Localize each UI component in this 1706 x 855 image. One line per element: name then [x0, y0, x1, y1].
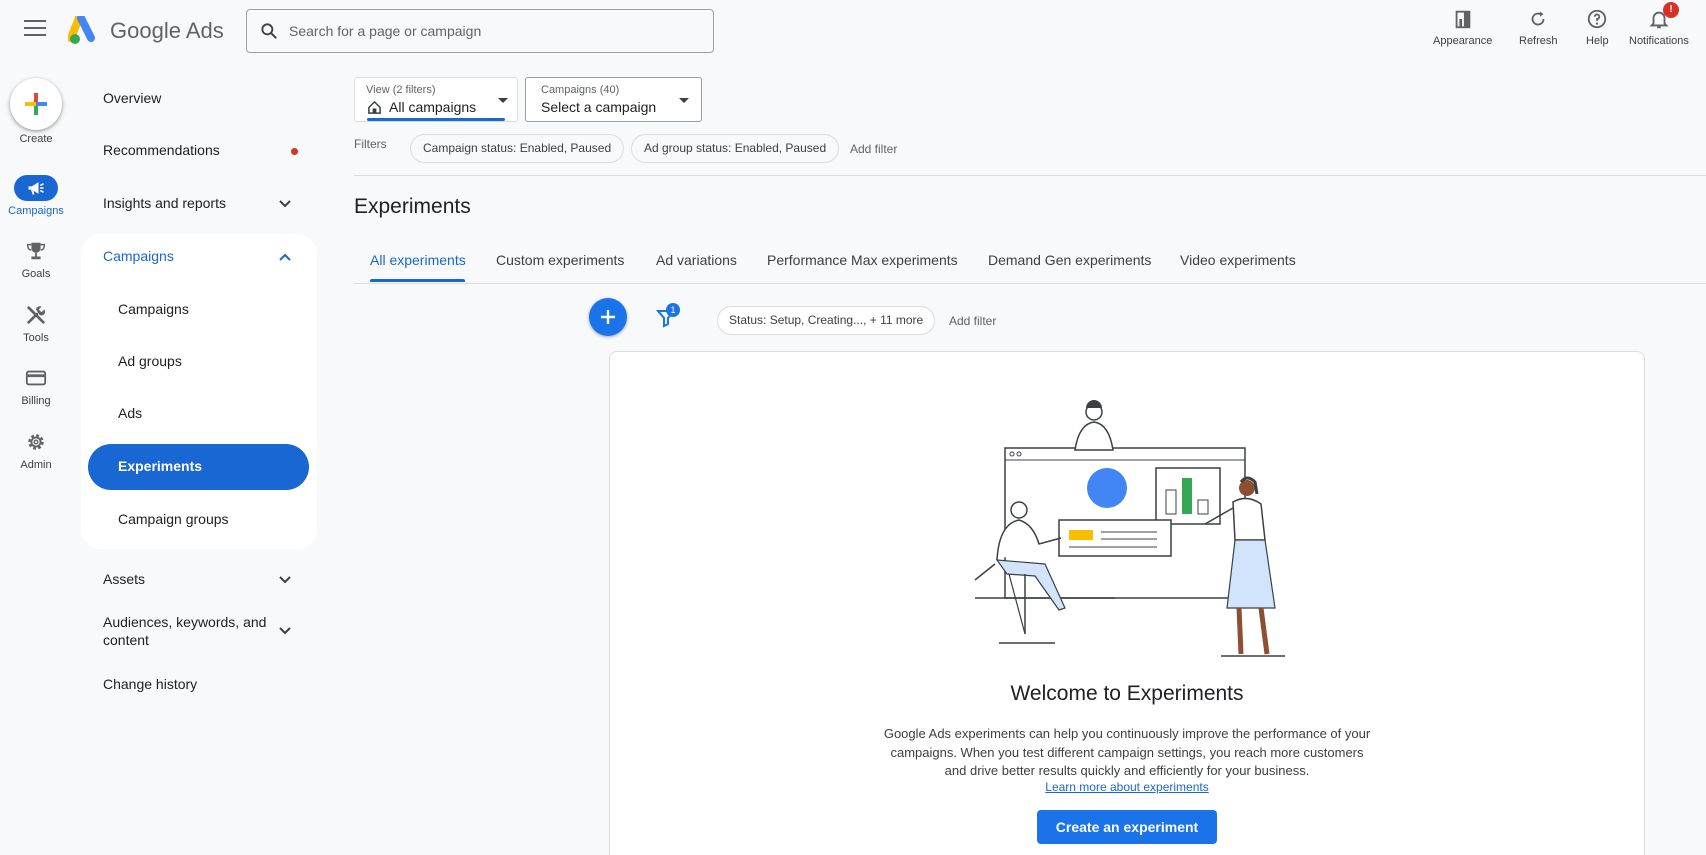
nav-insights-and-reports[interactable]: Insights and reports — [103, 195, 226, 211]
nav-recommendations[interactable]: Recommendations — [103, 142, 220, 158]
rail-label-campaigns: Campaigns — [8, 205, 64, 217]
tab-performance-max-experiments[interactable]: Performance Max experiments — [767, 252, 958, 268]
refresh-icon — [1531, 11, 1545, 26]
view-selector[interactable]: View (2 filters) All campaigns — [354, 77, 518, 122]
rail-item-billing[interactable]: Billing — [0, 365, 72, 407]
divider — [354, 175, 1706, 176]
nav-campaigns-group[interactable]: Campaigns — [103, 248, 174, 264]
rail-item-campaigns[interactable]: Campaigns — [0, 175, 72, 217]
filter-chip-campaign-status[interactable]: Campaign status: Enabled, Paused — [410, 134, 625, 163]
notifications-button[interactable]: ! Notifications — [1629, 2, 1689, 47]
rail-label-billing: Billing — [21, 395, 51, 407]
help-button[interactable]: Help — [1586, 8, 1609, 47]
learn-more-link[interactable]: Learn more about experiments — [609, 780, 1645, 794]
notification-badge: ! — [1663, 2, 1679, 18]
google-ads-logo — [68, 16, 95, 44]
experiments-illustration — [974, 400, 1285, 657]
search-bar[interactable] — [246, 9, 714, 53]
chevron-up-icon[interactable] — [278, 250, 292, 264]
main-menu-icon[interactable] — [24, 20, 46, 36]
plus-icon — [601, 310, 615, 324]
gear-icon — [28, 434, 44, 450]
rail-item-admin[interactable]: Admin — [0, 429, 72, 471]
appearance-label: Appearance — [1433, 35, 1493, 47]
appearance-icon — [1455, 10, 1470, 29]
rail-item-tools[interactable]: Tools — [0, 302, 72, 344]
nav-sub-ads[interactable]: Ads — [118, 405, 142, 421]
chevron-down-icon[interactable] — [278, 573, 292, 587]
help-icon — [1588, 9, 1607, 29]
notifications-label: Notifications — [1629, 35, 1689, 47]
dropdown-caret-icon — [679, 98, 689, 103]
filters-label: Filters — [354, 137, 387, 151]
app-name: Google Ads — [110, 18, 224, 43]
page-title: Experiments — [354, 195, 471, 218]
nav-audiences-keywords-content[interactable]: Audiences, keywords, and content — [103, 613, 283, 649]
nav-sub-campaign-groups[interactable]: Campaign groups — [118, 511, 229, 527]
tab-custom-experiments[interactable]: Custom experiments — [496, 252, 624, 268]
rail-item-goals[interactable]: Goals — [0, 238, 72, 280]
nav-sub-ad-groups[interactable]: Ad groups — [118, 353, 182, 369]
status-filter-chip[interactable]: Status: Setup, Creating..., + 11 more — [717, 306, 936, 335]
nav-sub-campaigns[interactable]: Campaigns — [118, 301, 189, 317]
add-experiment-fab[interactable] — [589, 298, 627, 336]
rail-label-admin: Admin — [20, 459, 52, 471]
active-tab-indicator — [370, 279, 465, 282]
tab-all-experiments[interactable]: All experiments — [370, 252, 466, 268]
tab-demand-gen-experiments[interactable]: Demand Gen experiments — [988, 252, 1151, 268]
view-selector-label: View (2 filters) — [366, 84, 436, 96]
appearance-button[interactable]: Appearance — [1433, 8, 1492, 47]
search-input[interactable] — [289, 23, 689, 39]
credit-card-icon — [25, 370, 47, 386]
chevron-down-icon[interactable] — [278, 624, 292, 638]
recommendations-alert-dot — [291, 148, 298, 155]
tab-video-experiments[interactable]: Video experiments — [1180, 252, 1296, 268]
empty-state-description: Google Ads experiments can help you cont… — [883, 726, 1371, 778]
campaign-selector[interactable]: Campaigns (40) Select a campaign — [525, 77, 702, 122]
empty-state-title: Welcome to Experiments — [1010, 682, 1244, 705]
help-label: Help — [1586, 35, 1609, 47]
tools-icon — [27, 306, 46, 324]
filter-count-badge: 1 — [666, 303, 680, 317]
rail-label-tools: Tools — [23, 332, 49, 344]
add-filter-link[interactable]: Add filter — [850, 142, 897, 156]
filter-chip-ad-group-status[interactable]: Ad group status: Enabled, Paused — [631, 134, 840, 163]
add-filter-link-table[interactable]: Add filter — [949, 314, 996, 328]
tab-ad-variations[interactable]: Ad variations — [656, 252, 737, 268]
refresh-label: Refresh — [1519, 35, 1558, 47]
campaigns-nav-group — [81, 234, 317, 549]
refresh-button[interactable]: Refresh — [1519, 8, 1558, 47]
plus-multicolor-icon — [25, 93, 47, 115]
chevron-down-icon[interactable] — [278, 197, 292, 211]
create-label: Create — [19, 133, 53, 145]
view-selector-underline — [367, 118, 505, 121]
nav-assets[interactable]: Assets — [103, 571, 145, 587]
rail-label-goals: Goals — [21, 268, 51, 280]
nav-overview[interactable]: Overview — [103, 90, 161, 106]
create-button[interactable] — [10, 78, 62, 130]
tabs-divider — [354, 283, 1706, 284]
nav-sub-experiments[interactable]: Experiments — [118, 458, 202, 474]
home-icon — [368, 100, 381, 114]
trophy-icon — [27, 242, 45, 260]
view-selector-value: All campaigns — [389, 99, 477, 115]
campaign-selector-value: Select a campaign — [541, 99, 657, 115]
nav-change-history[interactable]: Change history — [103, 676, 197, 692]
dropdown-caret-icon — [498, 98, 508, 103]
create-experiment-button[interactable]: Create an experiment — [1037, 810, 1217, 844]
campaign-selector-label: Campaigns (40) — [541, 84, 620, 96]
top-app-bar: Google Ads Appearance Refresh Help ! Not… — [0, 0, 1706, 64]
search-icon — [261, 23, 277, 39]
megaphone-icon — [28, 182, 44, 195]
